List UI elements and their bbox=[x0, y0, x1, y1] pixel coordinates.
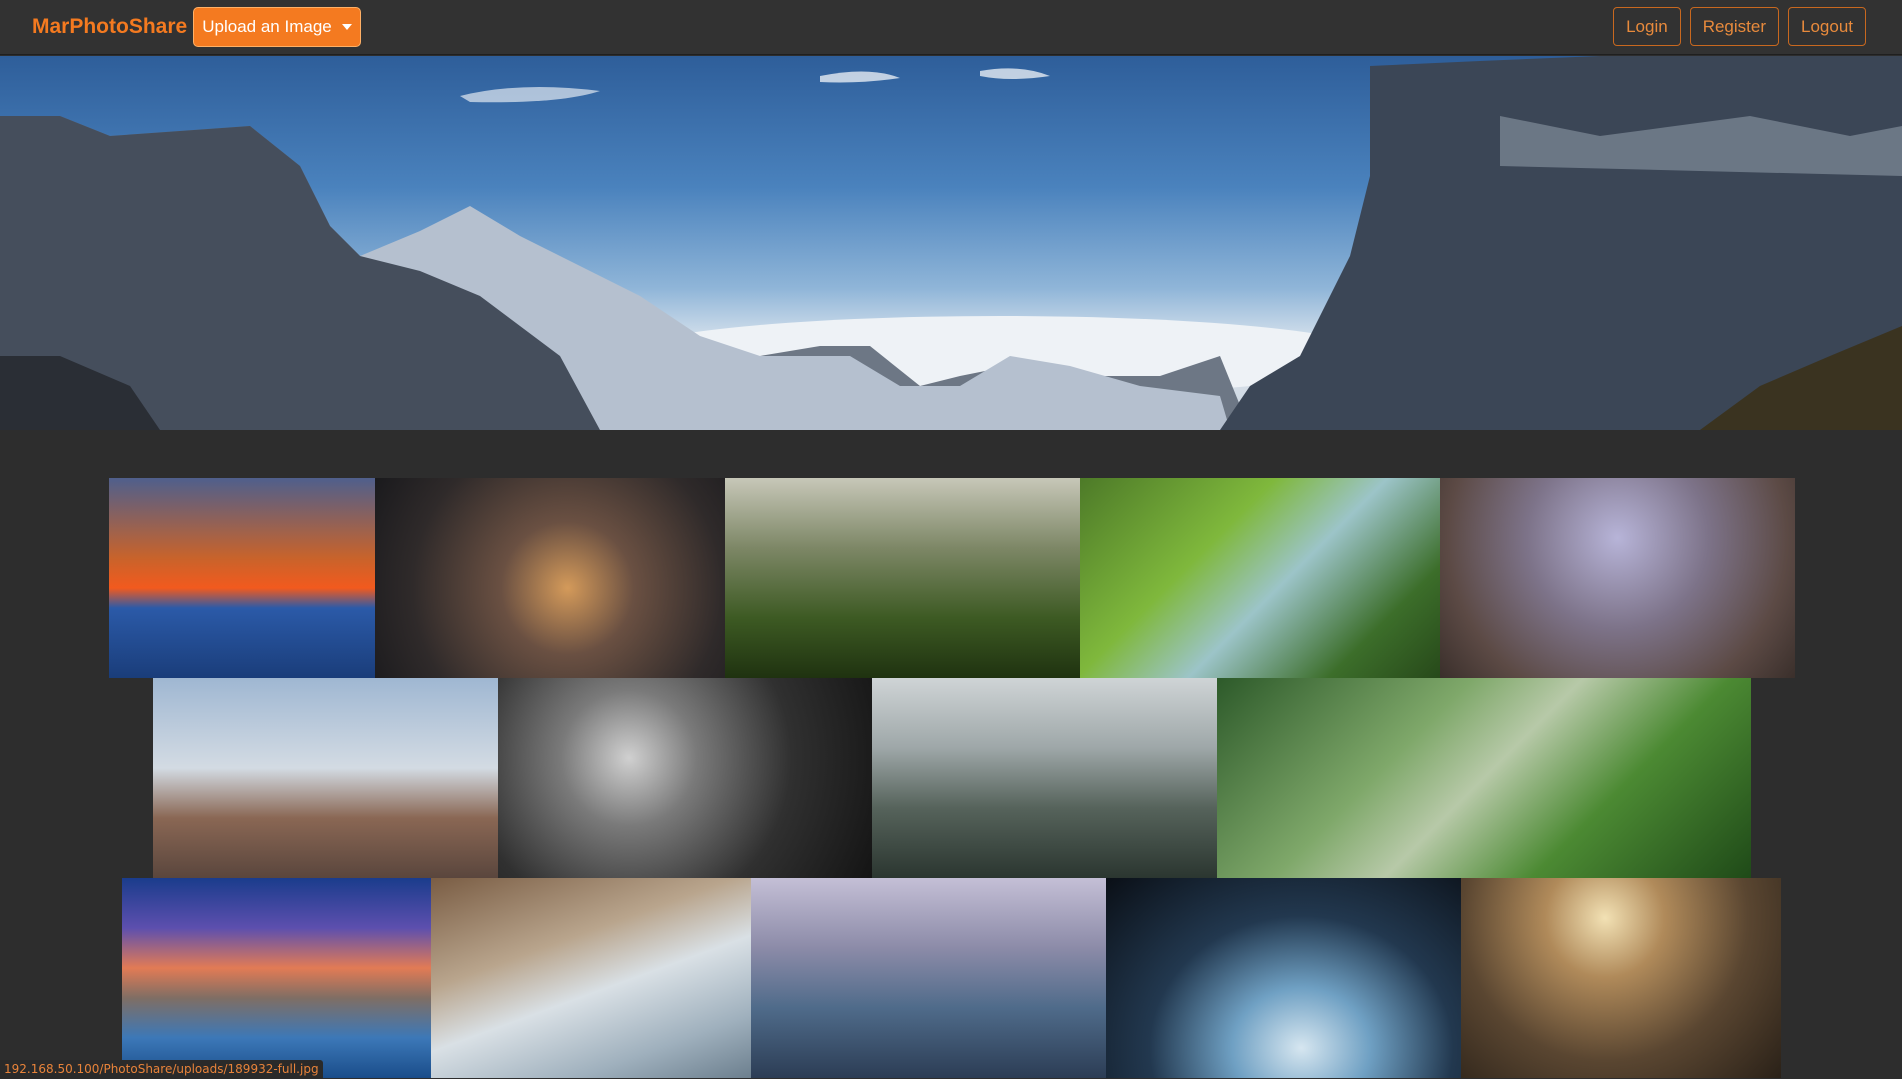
mountain-landscape-icon bbox=[0, 56, 1902, 430]
gallery-image-sprout-forest-floor[interactable] bbox=[725, 478, 1080, 678]
gallery-image-dark-monochrome-city[interactable] bbox=[498, 678, 872, 878]
gallery-image-space-bridge-planet[interactable] bbox=[1106, 878, 1461, 1078]
auth-buttons: Login Register Logout bbox=[1613, 7, 1866, 46]
register-button[interactable]: Register bbox=[1689, 7, 1779, 46]
gallery-image-futuristic-harbor-city[interactable] bbox=[751, 878, 1106, 1078]
hero-banner-image bbox=[0, 56, 1902, 430]
gallery-image-asian-pagoda-cliff[interactable] bbox=[872, 678, 1217, 878]
upload-button-label: Upload an Image bbox=[202, 17, 332, 36]
top-navbar: MarPhotoShare Upload an Image Login Regi… bbox=[0, 0, 1902, 55]
status-bar-url: 192.168.50.100/PhotoShare/uploads/189932… bbox=[0, 1060, 323, 1079]
gallery-image-forest-stream[interactable] bbox=[1080, 478, 1440, 678]
gallery-image-steampunk-city-night[interactable] bbox=[375, 478, 725, 678]
logout-button[interactable]: Logout bbox=[1788, 7, 1866, 46]
caret-down-icon bbox=[341, 24, 352, 30]
gallery-image-sepia-tower-city[interactable] bbox=[1461, 878, 1781, 1078]
gallery-image-lake-rock-aurora[interactable] bbox=[122, 878, 431, 1078]
gallery-image-sunset-ocean[interactable] bbox=[109, 478, 375, 678]
brand-link[interactable]: MarPhotoShare bbox=[32, 15, 187, 39]
gallery-image-snow-mountain-village[interactable] bbox=[431, 878, 751, 1078]
upload-image-dropdown-button[interactable]: Upload an Image bbox=[193, 7, 361, 47]
gallery-image-fantasy-airship-town[interactable] bbox=[153, 678, 498, 878]
login-button[interactable]: Login bbox=[1613, 7, 1681, 46]
gallery-image-airship-ruins[interactable] bbox=[1440, 478, 1795, 678]
gallery-image-misty-jungle-waterfall[interactable] bbox=[1217, 678, 1751, 878]
